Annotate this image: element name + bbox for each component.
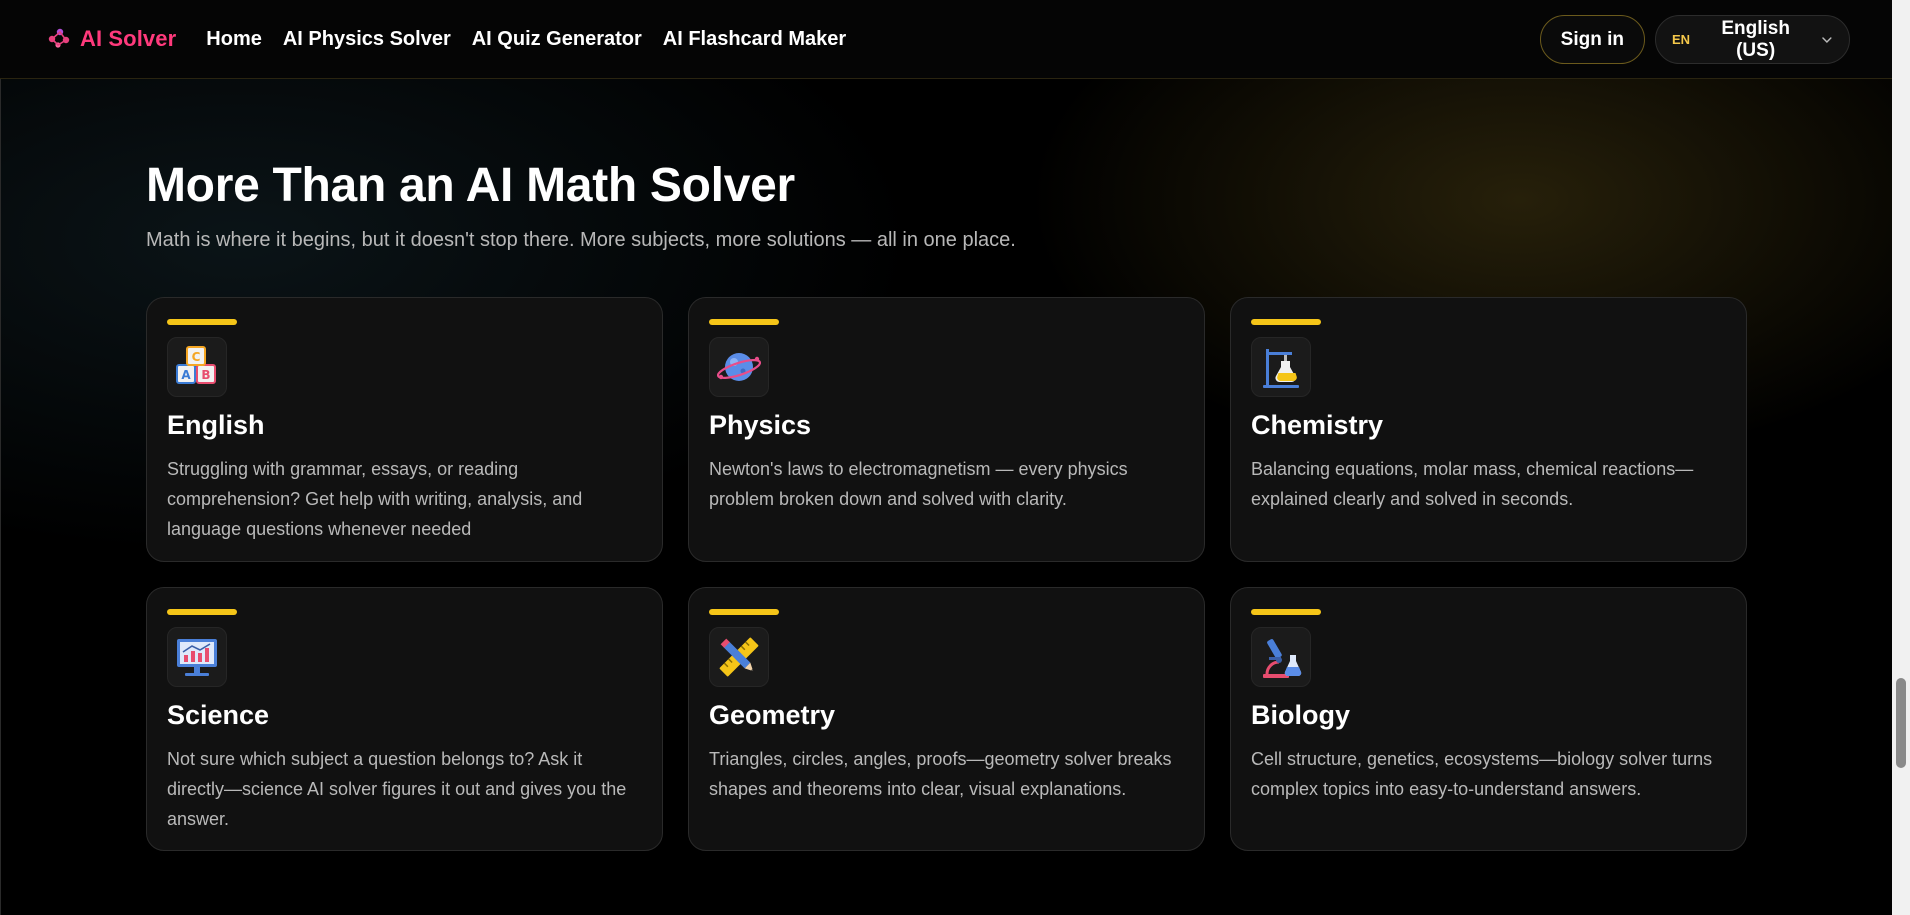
card-title: Chemistry [1251,410,1384,440]
scrollbar-track[interactable] [1892,0,1910,915]
card-description: Balancing equations, molar mass, chemica… [1251,459,1694,509]
subject-card-english[interactable]: A B C English Struggling with grammar, e… [146,297,663,562]
subject-card-geometry[interactable]: Geometry Triangles, circles, angles, pro… [688,587,1205,851]
card-description: Cell structure, genetics, ecosystems—bio… [1251,749,1713,799]
card-icon-box: A B C [167,337,227,397]
card-icon-box [709,337,769,397]
card-accent-bar [167,319,237,325]
subject-card-physics[interactable]: Physics Newton's laws to electromagnetis… [688,297,1205,562]
card-title: Geometry [709,700,836,730]
language-selector[interactable]: EN English (US) [1655,15,1850,64]
card-title: Science [167,700,270,730]
card-description: Not sure which subject a question belong… [167,749,627,829]
site-header: AI Solver Home AI Physics Solver AI Quiz… [0,0,1892,79]
abc-blocks-icon: A B C [176,346,216,384]
subject-card-chemistry[interactable]: Chemistry Balancing equations, molar mas… [1230,297,1747,562]
logo[interactable]: AI Solver [46,26,176,52]
chevron-down-icon [1822,36,1832,43]
card-title: Biology [1251,700,1350,730]
main-nav: Home AI Physics Solver AI Quiz Generator… [206,28,846,51]
card-icon-box [1251,337,1311,397]
card-icon-box [167,627,227,687]
card-accent-bar [709,609,779,615]
scrollbar-thumb[interactable] [1896,678,1906,768]
svg-text:A: A [181,368,191,382]
logo-text: AI Solver [80,26,177,51]
ruler-pencil-icon [719,637,759,677]
planet-icon [716,353,762,381]
svg-text:B: B [201,368,210,382]
logo-icon [48,28,70,48]
card-title: English [167,410,265,440]
card-description: Newton's laws to electromagnetism — ever… [709,459,1128,509]
card-title: Physics [709,410,812,440]
page: AI Solver Home AI Physics Solver AI Quiz… [0,0,1910,915]
subject-card-science[interactable]: Science Not sure which subject a questio… [146,587,663,851]
language-label: English (US) [1721,17,1790,61]
card-description: Struggling with grammar, essays, or read… [167,459,583,539]
nav-home[interactable]: Home [206,28,262,51]
header-actions: Sign in EN English (US) [1539,15,1850,64]
card-description: Triangles, circles, angles, proofs—geome… [709,749,1172,799]
microscope-icon [1263,639,1302,678]
subjects-grid: A B C English Struggling with grammar, e… [146,297,1747,851]
frame-border [0,0,1,915]
nav-ai-flashcard-maker[interactable]: AI Flashcard Maker [663,28,846,51]
section-title: More Than an AI Math Solver [146,159,795,212]
lab-flask-icon [1263,349,1299,388]
card-accent-bar [167,609,237,615]
card-icon-box [709,627,769,687]
card-accent-bar [709,319,779,325]
card-accent-bar [1251,319,1321,325]
subject-card-biology[interactable]: Biology Cell structure, genetics, ecosys… [1230,587,1747,851]
sign-in-button[interactable]: Sign in [1539,15,1645,64]
section-subtitle: Math is where it begins, but it doesn't … [146,229,1016,251]
card-accent-bar [1251,609,1321,615]
card-icon-box [1251,627,1311,687]
monitor-chart-icon [177,639,217,676]
svg-text:C: C [192,350,201,364]
language-code: EN [1672,32,1691,47]
nav-ai-physics-solver[interactable]: AI Physics Solver [283,28,451,51]
nav-ai-quiz-generator[interactable]: AI Quiz Generator [472,28,642,51]
